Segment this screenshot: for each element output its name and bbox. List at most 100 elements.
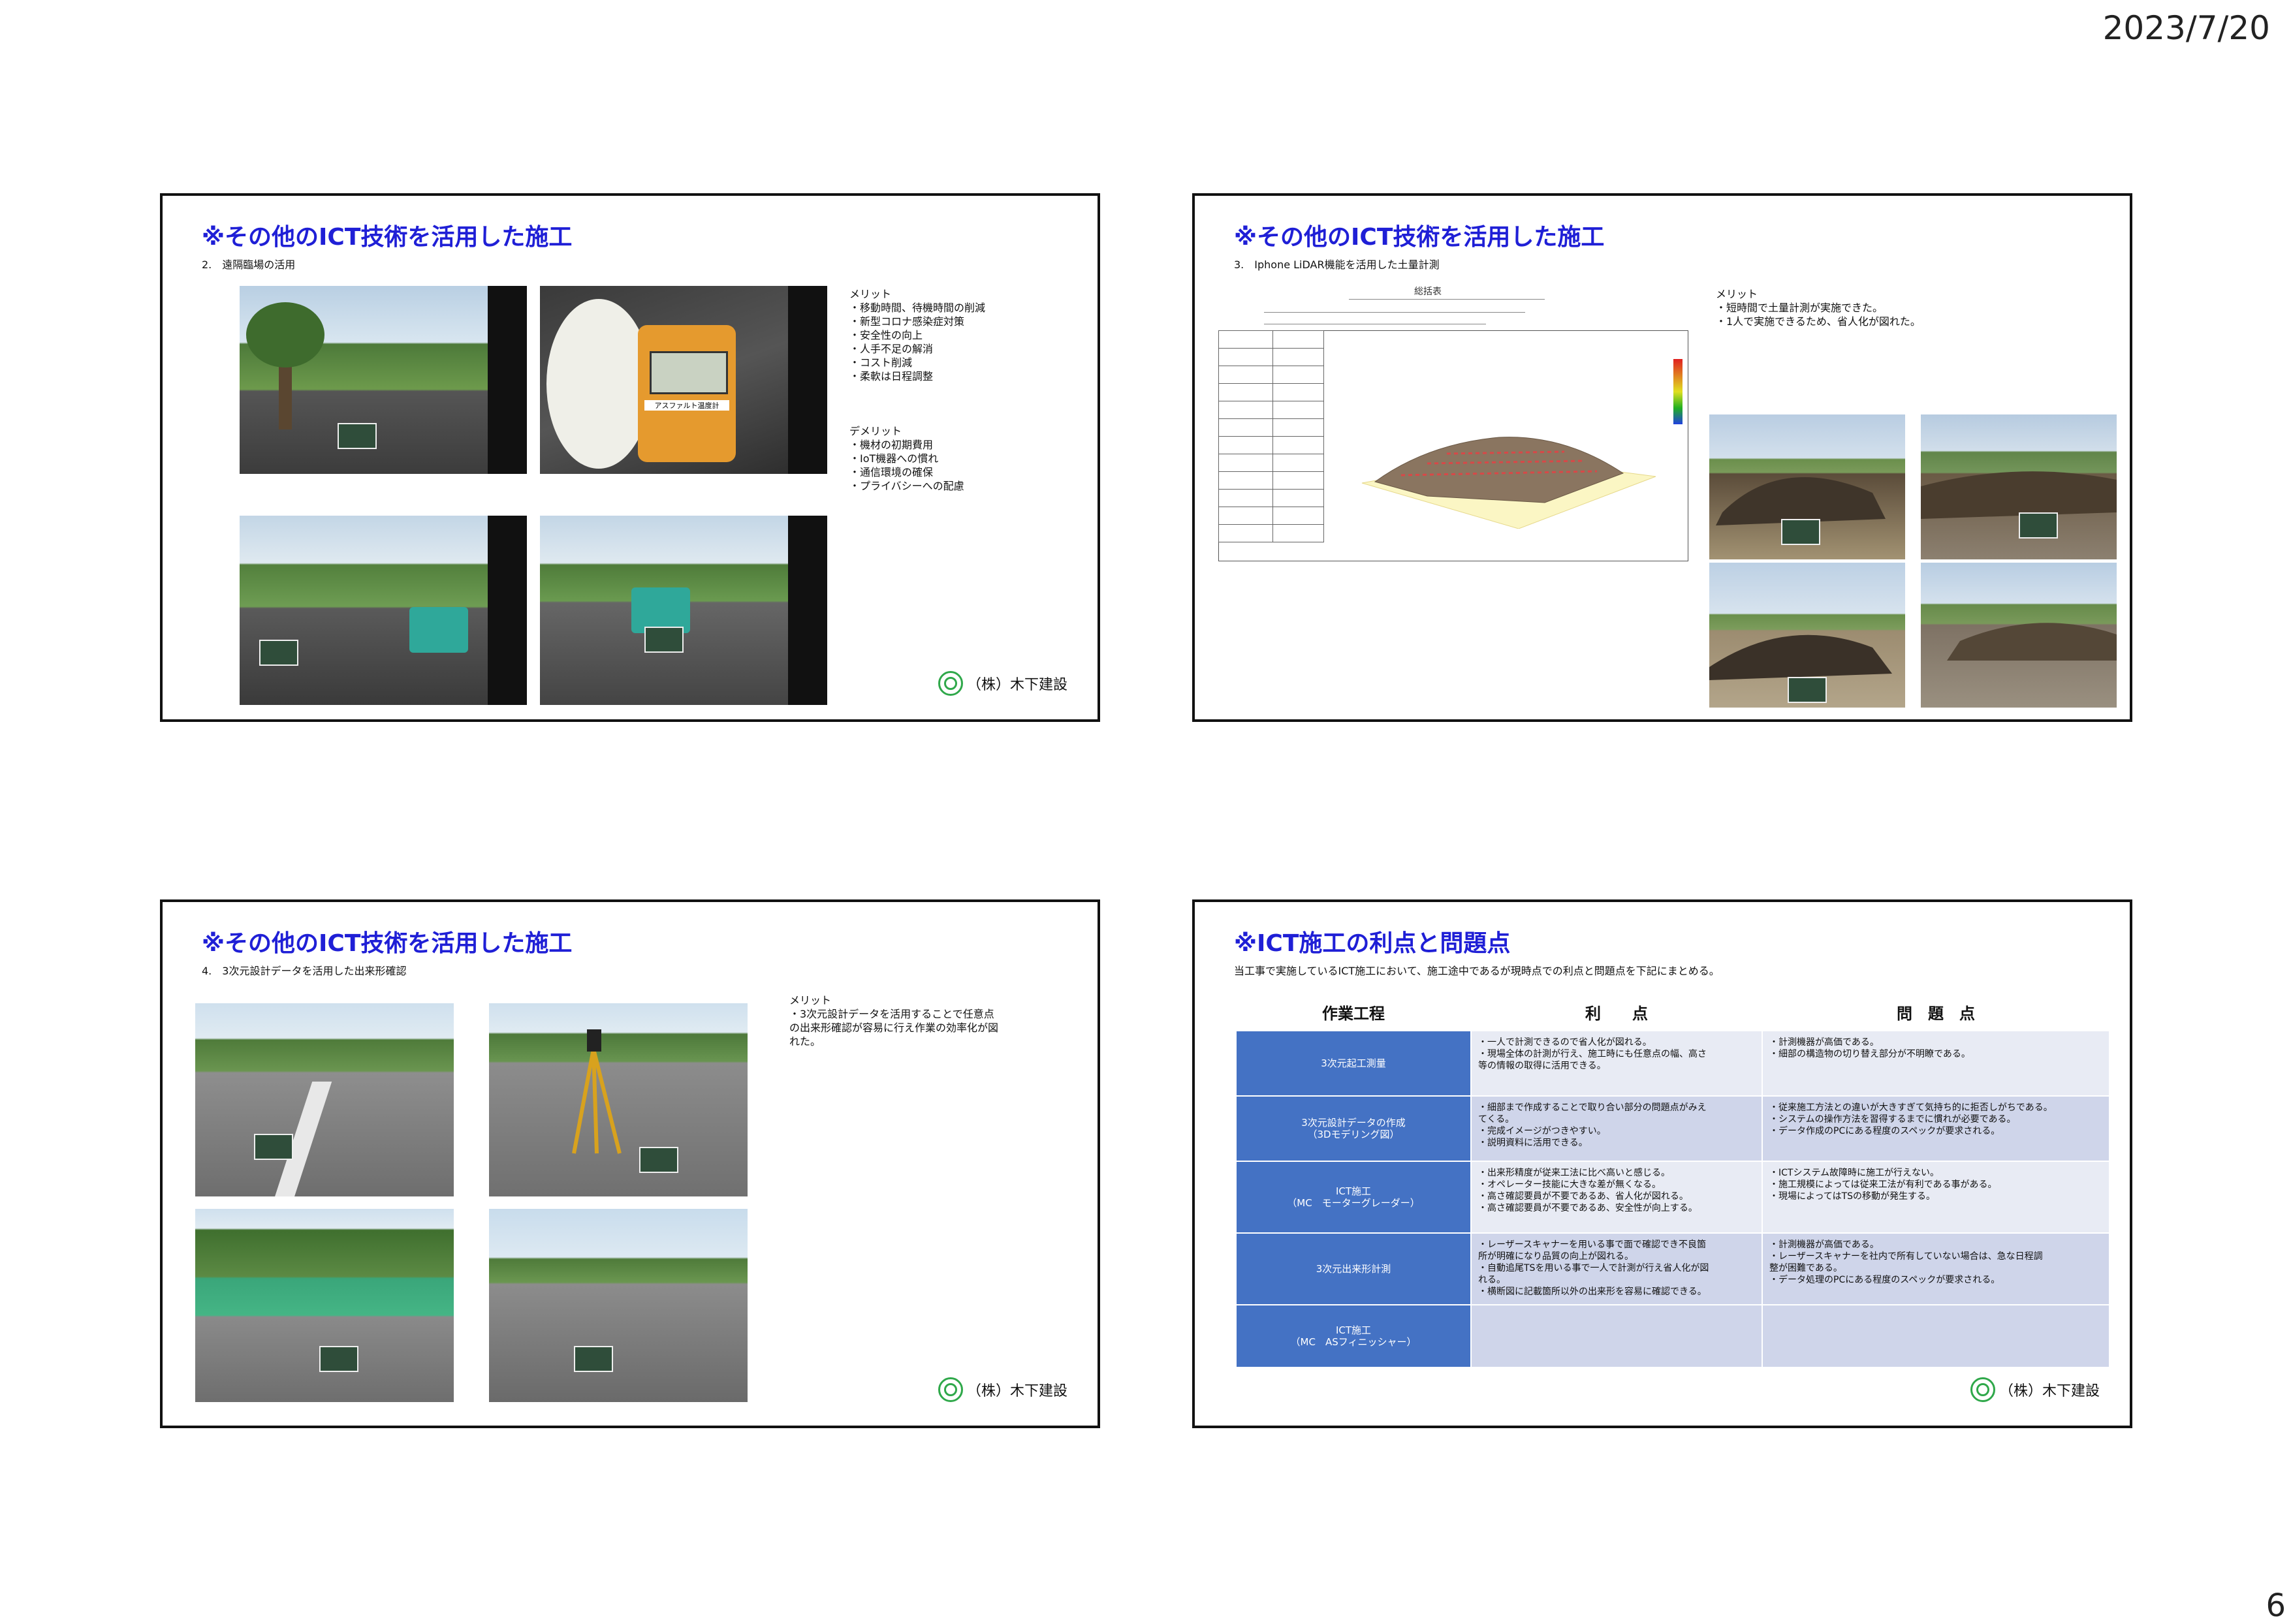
- slide-subtitle: 4. 3次元設計データを活用した出来形確認: [202, 965, 407, 977]
- process-cell: 3次元出来形計測: [1235, 1232, 1472, 1305]
- photo-remote-1: [240, 286, 527, 474]
- slide-ict-pros-cons: ※ICT施工の利点と問題点 当工事で実施しているICT施工において、施工途中であ…: [1192, 899, 2132, 1428]
- company-mark-icon: [938, 671, 963, 696]
- list-item: ・コスト削減: [849, 356, 913, 369]
- merit-list: メリット ・3次元設計データを活用することで任意点 の出来形確認が容易に行え作業…: [789, 993, 998, 1048]
- slide-title: ※その他のICT技術を活用した施工: [202, 224, 573, 251]
- merit-heading: メリット: [789, 994, 832, 1007]
- chalkboard: [1781, 519, 1820, 545]
- chalkboard: [259, 640, 298, 666]
- problems-cell: ・計測機器が高価である。 ・細部の構造物の切り替え部分が不明瞭である。: [1762, 1030, 2110, 1097]
- video-sidebar: [788, 516, 827, 705]
- list-item: ・IoT機器への慣れ: [849, 452, 939, 465]
- list-item: ・移動時間、待機時間の削減: [849, 302, 986, 314]
- slide-lidar-volume: ※その他のICT技術を活用した施工 3. Iphone LiDAR機能を活用した…: [1192, 193, 2132, 722]
- sheet-title: 総括表: [1414, 287, 1442, 297]
- chalkboard: [1788, 677, 1827, 703]
- tree-icon: [246, 302, 324, 429]
- photo-design-1: [195, 1003, 454, 1196]
- pros-cons-table: 作業工程 利 点 問 題 点 3次元起工測量 ・一人で計測できるので省人化が図れ…: [1235, 993, 2110, 1368]
- photo-soil-2: [1921, 414, 2117, 559]
- slide-subtitle: 当工事で実施しているICT施工において、施工途中であるが現時点での利点と問題点を…: [1234, 965, 1720, 977]
- merits-cell: ・細部まで作成することで取り合い部分の問題点がみえ てくる。 ・完成イメージがつきや…: [1470, 1095, 1763, 1162]
- process-cell: ICT施工 （MC ASフィニッシャー）: [1235, 1304, 1472, 1368]
- slide-title: ※その他のICT技術を活用した施工: [1234, 224, 1605, 251]
- chalkboard: [254, 1134, 293, 1160]
- list-item: ・安全性の向上: [849, 329, 923, 341]
- header-problems: 問 題 点: [1762, 993, 2109, 1031]
- print-date: 2023/7/20: [2102, 9, 2270, 47]
- table-row: ICT施工 （MC ASフィニッシャー）: [1235, 1304, 2110, 1368]
- merit-list: メリット ・移動時間、待機時間の削減 ・新型コロナ感染症対策 ・安全性の向上 ・…: [849, 287, 985, 383]
- chalkboard: [319, 1346, 358, 1372]
- problems-cell: ・ICTシステム故障時に施工が行えない。 ・施工規模によっては従来工法が有利である…: [1762, 1161, 2110, 1234]
- problems-cell: ・計測機器が高価である。 ・レーザースキャナーを社内で所有していない場合は、急な日…: [1762, 1232, 2110, 1305]
- color-scale: [1673, 359, 1683, 424]
- slide-subtitle: 2. 遠隔臨場の活用: [202, 258, 296, 271]
- photo-remote-3: [240, 516, 527, 705]
- list-item: ・通信環境の確保: [849, 466, 934, 478]
- list-item: ・人手不足の解消: [849, 343, 934, 355]
- video-sidebar: [488, 516, 527, 705]
- company-mark-icon: [938, 1377, 963, 1402]
- list-item: ・柔軟は日程調整: [849, 370, 934, 383]
- list-item: ・短時間で土量計測が実施できた。: [1716, 302, 1884, 314]
- demerit-list: デメリット ・機材の初期費用 ・IoT機器への慣れ ・通信環境の確保 ・プライバ…: [849, 424, 964, 493]
- table-row: ICT施工 （MC モーターグレーダー） ・出来形精度が従来工法に比べ高いと感じる…: [1235, 1161, 2110, 1234]
- merit-line: ・3次元設計データを活用することで任意点: [789, 1008, 994, 1020]
- photo-design-2: [489, 1003, 748, 1196]
- header-merits: 利 点: [1471, 993, 1762, 1031]
- sheet-table: [1218, 330, 1324, 542]
- chalkboard: [2019, 512, 2058, 539]
- company-name: （株）木下建設: [1999, 1383, 2100, 1399]
- chalkboard: [644, 627, 684, 653]
- video-sidebar: [788, 286, 827, 474]
- table-row: 3次元出来形計測 ・レーザースキャナーを用いる事で面で確認でき不良箇 所が明確にな…: [1235, 1232, 2110, 1305]
- company-name: （株）木下建設: [967, 677, 1068, 693]
- total-station-icon: [572, 1029, 622, 1154]
- merit-line: れた。: [789, 1035, 821, 1048]
- video-sidebar: [488, 286, 527, 474]
- thermometer-device: アスファルト温度計: [638, 325, 736, 462]
- table-row: 3次元起工測量 ・一人で計測できるので省人化が図れる。 ・現場全体の計測が行え、施…: [1235, 1030, 2110, 1097]
- photo-soil-1: [1709, 414, 1905, 559]
- roller-machine: [409, 607, 468, 653]
- list-item: ・機材の初期費用: [849, 439, 934, 451]
- merit-heading: メリット: [1716, 288, 1758, 300]
- company-mark-icon: [1970, 1377, 1995, 1402]
- chalkboard: [338, 423, 377, 449]
- page-number: 6: [2266, 1587, 2286, 1624]
- volume-summary-sheet: 総括表: [1218, 287, 1688, 561]
- merit-heading: メリット: [849, 288, 892, 300]
- problems-cell: [1762, 1304, 2110, 1368]
- slide-remote-inspection: ※その他のICT技術を活用した施工 2. 遠隔臨場の活用 アスファルト温度計 メ…: [160, 193, 1100, 722]
- photo-remote-4: [540, 516, 827, 705]
- photo-soil-4: [1921, 563, 2117, 708]
- company-logo: （株）木下建設: [938, 1377, 1067, 1402]
- terrain-3d-model: [1361, 437, 1656, 529]
- list-item: ・プライバシーへの配慮: [849, 480, 964, 492]
- header-process: 作業工程: [1236, 993, 1471, 1031]
- merits-cell: [1470, 1304, 1763, 1368]
- slide-title: ※ICT施工の利点と問題点: [1234, 930, 1511, 957]
- process-cell: 3次元設計データの作成 （3Dモデリング図）: [1235, 1095, 1472, 1162]
- table-row: 3次元設計データの作成 （3Dモデリング図） ・細部まで作成することで取り合い部分…: [1235, 1095, 2110, 1162]
- company-logo: （株）木下建設: [938, 671, 1067, 696]
- meter-label: アスファルト温度計: [644, 400, 729, 411]
- list-item: ・新型コロナ感染症対策: [849, 315, 965, 328]
- slide-title: ※その他のICT技術を活用した施工: [202, 930, 573, 957]
- merits-cell: ・一人で計測できるので省人化が図れる。 ・現場全体の計測が行え、施工時にも任意点の…: [1470, 1030, 1763, 1097]
- list-item: ・1人で実施できるため、省人化が図れた。: [1716, 315, 1921, 328]
- merit-line: の出来形確認が容易に行え作業の効率化が図: [789, 1022, 999, 1034]
- merits-cell: ・出来形精度が従来工法に比べ高いと感じる。 ・オペレーター技能に大きな差が無くなる…: [1470, 1161, 1763, 1234]
- merit-list: メリット ・短時間で土量計測が実施できた。 ・1人で実施できるため、省人化が図れ…: [1716, 287, 1921, 328]
- process-cell: 3次元起工測量: [1235, 1030, 1472, 1097]
- photo-soil-3: [1709, 563, 1905, 708]
- chalkboard: [574, 1346, 613, 1372]
- photo-design-3: [195, 1209, 454, 1402]
- soil-pile-icon: [1947, 623, 2117, 661]
- slide-3d-design-check: ※その他のICT技術を活用した施工 4. 3次元設計データを活用した出来形確認 …: [160, 899, 1100, 1428]
- problems-cell: ・従来施工方法との違いが大きすぎて気持ち的に拒否しがちである。 ・システムの操作方…: [1762, 1095, 2110, 1162]
- company-logo: （株）木下建設: [1970, 1377, 2100, 1402]
- slide-subtitle: 3. Iphone LiDAR機能を活用した土量計測: [1234, 258, 1440, 271]
